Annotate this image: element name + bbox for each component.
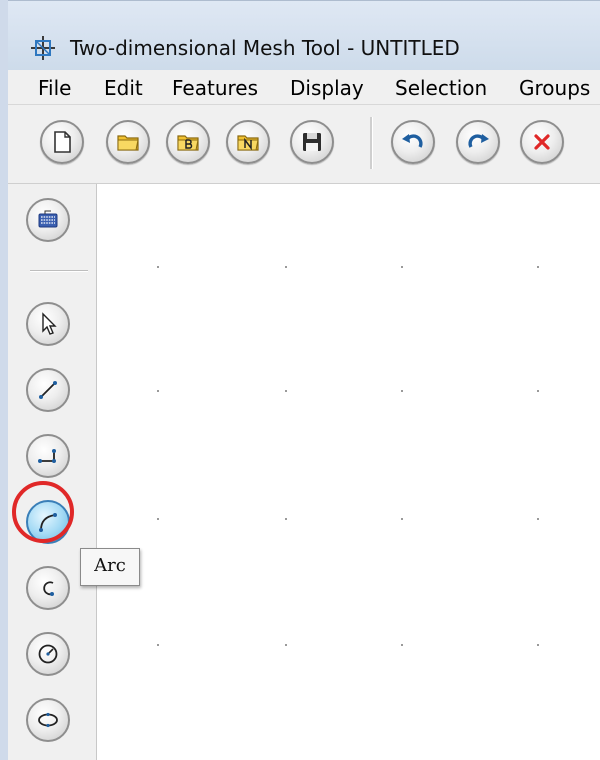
grid-dot	[285, 518, 287, 520]
grid-dot	[285, 266, 287, 268]
grid-dot	[157, 390, 159, 392]
grid-dot	[537, 518, 539, 520]
keyboard-input-button[interactable]	[26, 198, 70, 242]
grid-dot	[157, 518, 159, 520]
grid-dot	[537, 644, 539, 646]
ellipse-tool-button[interactable]	[26, 698, 70, 742]
arrow-cursor-icon	[42, 312, 57, 335]
grid-dot	[401, 644, 403, 646]
menu-edit[interactable]: Edit	[104, 76, 143, 100]
blank-page-icon	[54, 131, 71, 153]
window-title: Two-dimensional Mesh Tool - UNTITLED	[70, 36, 460, 60]
grid-dot	[285, 644, 287, 646]
undo-arrow-icon	[402, 134, 423, 148]
folder-b-icon	[177, 135, 199, 151]
menu-groups[interactable]: Groups	[519, 76, 590, 100]
drawing-canvas[interactable]	[97, 184, 600, 760]
tooltip: Arc	[80, 548, 140, 586]
polyline-tool-button[interactable]	[26, 434, 70, 478]
menu-bar: File Edit Features Display Selection Gro…	[8, 70, 600, 105]
open-folder-button[interactable]	[106, 120, 150, 164]
menu-selection[interactable]: Selection	[395, 76, 487, 100]
open-folder-b-button[interactable]	[166, 120, 210, 164]
red-x-icon	[534, 134, 550, 150]
toolbar-separator	[370, 117, 373, 169]
new-file-button[interactable]	[40, 120, 84, 164]
line-icon	[39, 381, 57, 399]
folder-n-icon	[237, 135, 259, 151]
redo-button[interactable]	[456, 120, 500, 164]
polyline-icon	[38, 449, 56, 463]
curve-icon	[43, 581, 54, 596]
grid-dot	[157, 644, 159, 646]
select-tool-button[interactable]	[26, 302, 70, 346]
grid-dot	[285, 390, 287, 392]
keyboard-icon	[38, 210, 58, 228]
palette-separator	[30, 270, 88, 272]
delete-button[interactable]	[520, 120, 564, 164]
curve-tool-button[interactable]	[26, 566, 70, 610]
line-tool-button[interactable]	[26, 368, 70, 412]
grid-dot	[401, 390, 403, 392]
folder-icon	[117, 135, 139, 151]
mesh-tool-icon	[31, 36, 55, 60]
application-window: Two-dimensional Mesh Tool - UNTITLED Fil…	[0, 0, 600, 760]
circle-radius-icon	[38, 644, 58, 664]
circle-tool-button[interactable]	[26, 632, 70, 676]
title-bar[interactable]: Two-dimensional Mesh Tool - UNTITLED	[8, 0, 600, 71]
grid-dot	[537, 266, 539, 268]
ellipse-icon	[38, 712, 58, 728]
highlight-circle-annotation	[12, 481, 74, 543]
menu-display[interactable]: Display	[290, 76, 364, 100]
open-folder-n-button[interactable]	[226, 120, 270, 164]
grid-dot	[157, 266, 159, 268]
menu-file[interactable]: File	[38, 76, 71, 100]
grid-dot	[401, 266, 403, 268]
grid-dot	[537, 390, 539, 392]
main-toolbar	[8, 105, 600, 184]
redo-arrow-icon	[468, 134, 489, 148]
save-button[interactable]	[290, 120, 334, 164]
undo-button[interactable]	[391, 120, 435, 164]
tool-palette	[8, 184, 97, 760]
floppy-disk-icon	[303, 133, 321, 151]
menu-features[interactable]: Features	[172, 76, 258, 100]
grid-dot	[401, 518, 403, 520]
